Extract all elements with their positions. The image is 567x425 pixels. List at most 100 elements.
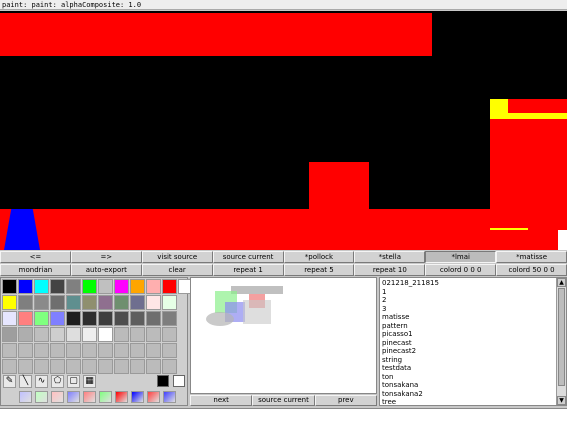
rectangle-tool-icon[interactable]: ▢ [67,375,80,388]
brush-sample-swatch[interactable] [131,391,144,403]
color-swatch[interactable] [2,311,17,326]
back-button[interactable]: <= [0,251,71,263]
color-swatch[interactable] [50,343,65,358]
color-swatch[interactable] [130,295,145,310]
list-item[interactable]: 1 [382,288,554,297]
list-item[interactable]: pinecast2 [382,347,554,356]
color-swatch[interactable] [162,311,177,326]
color-swatch[interactable] [34,295,49,310]
scroll-thumb[interactable] [558,288,565,386]
color-swatch[interactable] [18,311,33,326]
color-swatch[interactable] [82,359,97,374]
file-list-scrollbar[interactable]: ▲ ▼ [556,278,566,405]
color-swatch[interactable] [2,279,17,294]
list-item[interactable]: tonsakana2 [382,390,554,399]
color-swatch[interactable] [162,343,177,358]
foreground-color-swatch[interactable] [157,375,169,387]
list-item[interactable]: string [382,356,554,365]
color-swatch[interactable] [98,295,113,310]
repeat-5-button[interactable]: repeat 5 [283,264,355,276]
color-swatch[interactable] [50,359,65,374]
visit-source-button[interactable]: visit source [141,251,213,263]
color-swatch[interactable] [18,279,33,294]
next-button[interactable]: next [190,395,253,406]
prev-button[interactable]: prev [314,395,377,406]
color-swatch[interactable] [162,295,177,310]
pollock-button[interactable]: *pollock [283,251,355,263]
colord-0-0-0-button[interactable]: colord 0 0 0 [425,264,497,276]
source-current-preview-button[interactable]: source current [252,395,315,406]
color-swatch[interactable] [146,311,161,326]
color-swatch[interactable] [50,279,65,294]
forward-button[interactable]: => [70,251,142,263]
polygon-tool-icon[interactable]: ⬠ [51,375,64,388]
color-swatch[interactable] [146,279,161,294]
color-swatch[interactable] [34,343,49,358]
color-swatch[interactable] [162,327,177,342]
color-swatch[interactable] [66,359,81,374]
color-swatch[interactable] [114,343,129,358]
color-swatch[interactable] [66,295,81,310]
color-swatch[interactable] [130,327,145,342]
color-swatch[interactable] [66,311,81,326]
scroll-down-arrow-icon[interactable]: ▼ [557,396,566,405]
repeat-10-button[interactable]: repeat 10 [354,264,426,276]
color-swatch[interactable] [114,279,129,294]
pencil-tool-icon[interactable]: ✎ [3,375,16,388]
color-swatch[interactable] [98,279,113,294]
texture-tool-icon[interactable]: ▦ [83,375,96,388]
background-color-swatch[interactable] [173,375,185,387]
brush-sample-swatch[interactable] [83,391,96,403]
color-swatch[interactable] [34,327,49,342]
color-swatch[interactable] [18,295,33,310]
brush-sample-swatch[interactable] [67,391,80,403]
color-swatch[interactable] [114,359,129,374]
color-swatch[interactable] [162,279,177,294]
color-swatch[interactable] [82,311,97,326]
clear-button[interactable]: clear [141,264,213,276]
color-swatch[interactable] [2,295,17,310]
color-swatch[interactable] [98,359,113,374]
source-current-button[interactable]: source current [212,251,284,263]
color-swatch[interactable] [98,327,113,342]
list-item[interactable]: pattern [382,322,554,331]
list-item[interactable]: tonsakana [382,381,554,390]
color-swatch[interactable] [18,343,33,358]
color-swatch[interactable] [18,359,33,374]
paint-canvas[interactable] [0,11,567,250]
color-swatch[interactable] [82,295,97,310]
color-swatch[interactable] [50,327,65,342]
auto-export-button[interactable]: auto-export [70,264,142,276]
color-swatch[interactable] [130,343,145,358]
mondrian-button[interactable]: mondrian [0,264,71,276]
brush-sample-swatch[interactable] [147,391,160,403]
file-list[interactable]: 021218_211815 1 2 3 matisse pattern picasso1 pi… [379,277,567,406]
color-swatch[interactable] [114,327,129,342]
stella-button[interactable]: *stella [354,251,426,263]
list-item[interactable]: 3 [382,305,554,314]
list-item[interactable]: testdata [382,364,554,373]
color-swatch[interactable] [2,359,17,374]
brush-sample-swatch[interactable] [35,391,48,403]
list-item[interactable]: matisse [382,313,554,322]
color-swatch[interactable] [34,279,49,294]
curve-tool-icon[interactable]: ∿ [35,375,48,388]
lmai-button[interactable]: *lmai [425,251,497,263]
brush-sample-swatch[interactable] [163,391,176,403]
color-swatch[interactable] [146,359,161,374]
color-swatch[interactable] [66,327,81,342]
color-swatch[interactable] [130,311,145,326]
list-item[interactable]: 2 [382,296,554,305]
color-swatch[interactable] [114,311,129,326]
color-swatch[interactable] [130,279,145,294]
color-swatch[interactable] [2,327,17,342]
color-swatch[interactable] [82,327,97,342]
brush-sample-swatch[interactable] [19,391,32,403]
color-swatch[interactable] [66,279,81,294]
list-item[interactable]: pinecast [382,339,554,348]
color-swatch[interactable] [50,295,65,310]
color-swatch[interactable] [146,343,161,358]
color-swatch[interactable] [82,343,97,358]
list-item[interactable]: tree [382,398,554,405]
color-swatch[interactable] [2,343,17,358]
